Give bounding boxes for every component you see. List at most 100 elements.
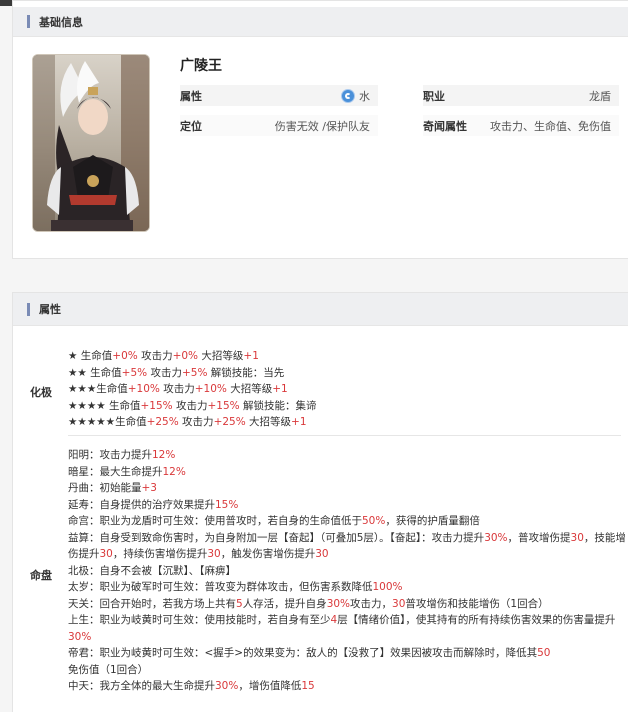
attr-label: 属性	[180, 89, 202, 103]
job-value: 龙盾	[589, 89, 611, 103]
mingpan-label: 命盘	[30, 569, 52, 582]
huaji-text: 攻击力	[172, 399, 208, 412]
attr-row: 属性 水	[180, 85, 378, 106]
job-row: 职业 龙盾	[423, 85, 619, 106]
mingpan-text: 暗星：最大生命提升	[68, 465, 163, 478]
huaji-value: +25%	[146, 416, 179, 428]
mingpan-text: ，普攻增伤提	[507, 531, 571, 544]
attr-value: 水	[359, 89, 370, 103]
qiwen-value: 攻击力、生命值、免伤值	[490, 119, 611, 133]
mingpan-value: 30	[99, 548, 113, 560]
mingpan-line: 益算：自身受到致命伤害时，为自身附加一层【奋起】（可叠加5层）。【奋起】：攻击力…	[68, 530, 628, 563]
mingpan-line: 阳明：攻击力提升12%	[68, 447, 628, 464]
mingpan-value: 30%	[484, 531, 508, 544]
mingpan-value: 30%	[68, 630, 92, 643]
mingpan-line: 太岁：职业为破军时可生效：普攻变为群体攻击，但伤害系数降低100%	[68, 579, 628, 596]
attr-value-group: 水	[341, 88, 370, 104]
mingpan-line: 天关：回合开始时，若我方场上共有5人存活，提升自身30%攻击力，30普攻增伤和技…	[68, 596, 628, 613]
basic-info-header: 基础信息	[13, 7, 628, 37]
huaji-value: +1	[291, 416, 307, 428]
attributes-card: 属性 化极 ★ 生命值+0% 攻击力+0% 大招等级+1 ★★ 生命值+5% 攻击…	[12, 292, 628, 712]
basic-info-card: 基础信息 广陵王 属性 水 职业 龙盾 定位 伤害无效 /保护队友 奇闻属性 攻…	[12, 0, 628, 259]
mingpan-value: 15%	[215, 498, 239, 511]
mingpan-text: 阳明：攻击力提升	[68, 449, 152, 461]
huaji-value: +10%	[194, 383, 227, 395]
mingpan-value: 15	[301, 680, 315, 692]
mingpan-text: 太岁：职业为破军时可生效：普攻变为群体攻击，但伤害系数降低	[68, 581, 373, 593]
mingpan-text: 延寿：自身提供的治疗效果提升	[68, 498, 215, 511]
mingpan-text: ，触发伤害增伤提升	[220, 548, 316, 560]
huaji-value: +25%	[213, 416, 246, 428]
mingpan-value: 50%	[362, 515, 386, 527]
header-accent-bar	[27, 15, 30, 28]
mingpan-text: 上生：职业为岐黄时可生效：使用技能时，若自身有至少	[68, 614, 331, 626]
huaji-text: 攻击力	[147, 366, 182, 379]
mingpan-text: 丹曲：初始能量	[68, 482, 142, 494]
mingpan-value: 30%	[215, 680, 239, 692]
huaji-value: +15%	[140, 399, 173, 412]
mingpan-value: 50	[537, 647, 551, 659]
hero-portrait	[32, 54, 150, 232]
mingpan-text: ，持续伤害增伤提升	[112, 548, 208, 560]
huaji-value: +1	[272, 383, 288, 395]
header-accent-bar	[27, 302, 30, 316]
mingpan-list: 阳明：攻击力提升12% 暗星：最大生命提升12% 丹曲：初始能量+3 延寿：自身提供的…	[68, 447, 628, 695]
mingpan-line: 中天：我方全体的最大生命提升30%，增伤值降低15	[68, 678, 628, 695]
mingpan-text: 北极：自身不会被【沉默】、【麻痹】	[68, 564, 236, 577]
hero-portrait-image	[33, 55, 149, 231]
mingpan-value: 100%	[372, 581, 403, 593]
huaji-line: ★★ 生命值+5% 攻击力+5% 解锁技能：当先	[68, 365, 628, 382]
huaji-value: +1	[243, 350, 259, 362]
mingpan-text: ，增伤值降低	[238, 680, 302, 692]
role-label: 定位	[180, 119, 202, 133]
huaji-text: 大招等级	[226, 383, 273, 395]
huaji-text: ★★ 生命值	[68, 366, 122, 379]
huaji-text: ★★★★★生命值	[68, 416, 147, 428]
mingpan-line: 丹曲：初始能量+3	[68, 480, 628, 497]
huaji-line: ★★★★ 生命值+15% 攻击力+15% 解锁技能：集谛	[68, 398, 628, 415]
huaji-value: +0%	[112, 350, 138, 362]
mingpan-line: 北极：自身不会被【沉默】、【麻痹】	[68, 563, 628, 580]
huaji-text: 解锁技能：当先	[207, 366, 285, 379]
mingpan-text: 中天：我方全体的最大生命提升	[68, 680, 215, 692]
mingpan-text: 帝君：职业为岐黄时可生效：<握手>的效果变为：敌人的【没救了】效果因被攻击而解除…	[68, 647, 538, 659]
huaji-list: ★ 生命值+0% 攻击力+0% 大招等级+1 ★★ 生命值+5% 攻击力+5% 解…	[68, 348, 628, 431]
huaji-line: ★★★★★生命值+25% 攻击力+25% 大招等级+1	[68, 414, 628, 431]
mingpan-value: 30	[392, 597, 406, 610]
qiwen-label: 奇闻属性	[423, 119, 467, 133]
huaji-value: +5%	[121, 366, 148, 379]
hero-name: 广陵王	[180, 58, 222, 74]
attributes-title: 属性	[39, 303, 61, 316]
huaji-value: +0%	[172, 350, 199, 362]
mingpan-line: 延寿：自身提供的治疗效果提升15%	[68, 497, 628, 514]
huaji-text: 攻击力	[178, 416, 214, 428]
mingpan-line: 暗星：最大生命提升12%	[68, 464, 628, 481]
attributes-header: 属性	[13, 293, 628, 326]
huaji-value: +5%	[181, 366, 208, 379]
huaji-text: ★★★★ 生命值	[68, 399, 141, 412]
mingpan-text: 命宫：职业为龙盾时可生效：使用普攻时，若自身的生命值低于	[68, 515, 362, 527]
mingpan-text: 天关：回合开始时，若我方场上共有	[68, 597, 236, 610]
basic-info-title: 基础信息	[39, 15, 83, 29]
role-row: 定位 伤害无效 /保护队友	[180, 115, 378, 136]
water-icon	[341, 88, 355, 103]
huaji-value: +10%	[127, 383, 160, 395]
huaji-line: ★ 生命值+0% 攻击力+0% 大招等级+1	[68, 348, 628, 365]
huaji-value: +15%	[207, 399, 240, 412]
huaji-line: ★★★生命值+10% 攻击力+10% 大招等级+1	[68, 381, 628, 398]
mingpan-value: 12%	[152, 449, 176, 461]
mingpan-text: 人存活，提升自身	[242, 597, 327, 610]
huaji-text: 大招等级	[198, 350, 244, 362]
mingpan-value: +3	[141, 482, 157, 494]
mingpan-text: 益算：自身受到致命伤害时，为自身附加一层【奋起】（可叠加5层）。【奋起】：攻击力…	[68, 531, 485, 544]
mingpan-text: 层【情绪价值】，使其持有的所有持续伤害效果的伤害量提升	[337, 614, 616, 626]
mingpan-text: 攻击力，	[350, 597, 393, 610]
mingpan-value: 12%	[162, 465, 186, 478]
mingpan-line: 帝君：职业为岐黄时可生效：<握手>的效果变为：敌人的【没救了】效果因被攻击而解除…	[68, 645, 628, 678]
section-divider	[68, 435, 621, 436]
mingpan-text: 普攻增伤和技能增伤（1回合）	[405, 597, 549, 610]
huaji-text: 攻击力	[137, 350, 173, 362]
huaji-label: 化极	[30, 386, 52, 399]
mingpan-value: 30%	[326, 597, 351, 610]
huaji-text: ★★★生命值	[68, 383, 128, 395]
